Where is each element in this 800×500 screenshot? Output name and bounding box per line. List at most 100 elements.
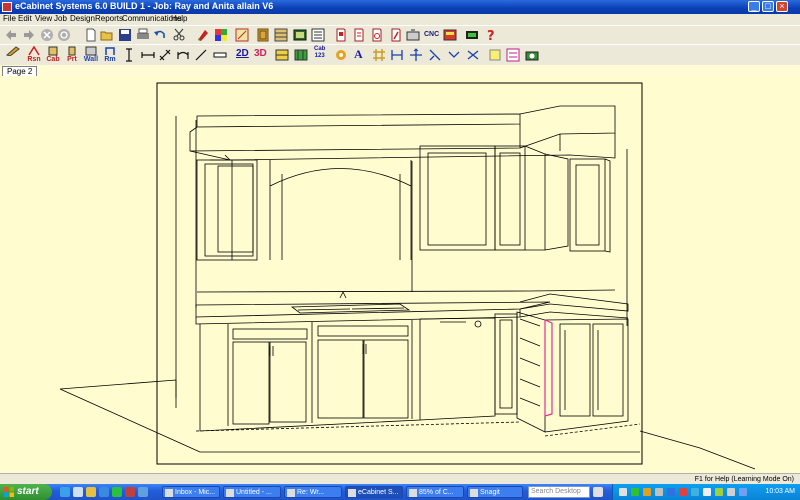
save-icon[interactable] [118, 28, 132, 42]
door-library-icon[interactable] [256, 28, 270, 42]
start-button[interactable]: start [0, 484, 52, 500]
app-quicklaunch-icon[interactable] [125, 487, 135, 497]
menu-edit[interactable]: Edit [18, 14, 32, 24]
move-icon[interactable] [409, 48, 423, 62]
section-view-icon[interactable] [294, 48, 308, 62]
mirror-icon[interactable] [447, 48, 461, 62]
line-tool-icon[interactable] [194, 48, 208, 62]
task-snagit[interactable]: Snagit [467, 486, 523, 498]
new-document-icon[interactable] [84, 28, 98, 42]
room-draw-button[interactable]: Rm [100, 46, 120, 64]
text-tool-button[interactable]: A [354, 47, 363, 62]
flip-icon[interactable] [466, 48, 480, 62]
cab-number-button[interactable]: Cab 123 [314, 46, 325, 60]
tray-icon-7[interactable] [691, 488, 699, 496]
media-quicklaunch-icon[interactable] [112, 487, 122, 497]
machine-icon[interactable] [465, 28, 479, 42]
menu-file[interactable]: File [3, 14, 16, 24]
page-tab-bar: Page 2 [0, 65, 800, 77]
stop-icon[interactable] [40, 28, 54, 42]
windows-flag-icon [4, 487, 14, 497]
invoice-icon[interactable] [352, 28, 366, 42]
menu-design[interactable]: Design [70, 14, 95, 24]
refresh-icon[interactable] [57, 28, 71, 42]
undo-icon[interactable] [153, 28, 167, 42]
tray-icon-5[interactable] [667, 488, 675, 496]
task-inbox[interactable]: Inbox - Mic... [162, 486, 220, 498]
volume-icon[interactable] [727, 488, 735, 496]
outlook-quicklaunch-icon[interactable] [99, 487, 109, 497]
view-3d-button[interactable]: 3D [254, 48, 267, 59]
wrench-icon[interactable] [334, 48, 348, 62]
open-folder-icon[interactable] [100, 28, 114, 42]
elevation-icon[interactable] [275, 48, 289, 62]
close-button[interactable]: × [776, 1, 788, 12]
task-untitled[interactable]: Untitled - ... [223, 486, 281, 498]
report-icon[interactable] [311, 28, 325, 42]
material-icon[interactable] [293, 28, 307, 42]
camera-icon[interactable] [525, 48, 539, 62]
optimizer-icon[interactable] [389, 28, 403, 42]
menu-reports[interactable]: Reports [95, 14, 123, 24]
rotate-icon[interactable] [428, 48, 442, 62]
tray-icon-1[interactable] [619, 488, 627, 496]
wall-icon [85, 46, 97, 56]
align-icon[interactable] [390, 48, 404, 62]
cutlist-icon[interactable] [334, 28, 348, 42]
forward-arrow-icon[interactable] [22, 28, 36, 42]
arc-dimension-icon[interactable] [176, 48, 190, 62]
scissors-icon[interactable] [172, 28, 186, 42]
tray-icon-6[interactable] [679, 488, 687, 496]
kitchen-elevation-drawing [59, 82, 756, 470]
tray-icon-9[interactable] [715, 488, 723, 496]
more-quicklaunch-icon[interactable] [138, 487, 148, 497]
tray-icon-4[interactable] [655, 488, 663, 496]
cabinet-icon [48, 46, 58, 56]
menu-help[interactable]: Help [171, 14, 187, 24]
tray-icon-2[interactable] [631, 488, 639, 496]
room-button[interactable]: Rsn [24, 46, 44, 64]
explorer-quicklaunch-icon[interactable] [86, 487, 96, 497]
tray-icon-3[interactable] [643, 488, 651, 496]
horizontal-dimension-icon[interactable] [141, 48, 155, 62]
nesting-icon[interactable] [443, 28, 457, 42]
vertical-dimension-icon[interactable] [122, 48, 136, 62]
minimize-button[interactable]: _ [748, 1, 760, 12]
grid-icon[interactable] [372, 48, 386, 62]
menu-view[interactable]: View [35, 14, 52, 24]
menu-bar: File Edit View Job Design Reports Commun… [0, 14, 800, 24]
text-size-icon[interactable] [213, 48, 227, 62]
task-download[interactable]: 85% of C... [406, 486, 464, 498]
part-button[interactable]: Prt [62, 46, 82, 64]
cabinet-library-icon[interactable] [235, 28, 249, 42]
print-preview-icon[interactable] [506, 48, 520, 62]
desktop-search-input[interactable]: Search Desktop [528, 486, 590, 498]
paint-icon[interactable] [196, 28, 210, 42]
desktop-quicklaunch-icon[interactable] [73, 487, 83, 497]
print-icon[interactable] [136, 28, 150, 42]
drawer-library-icon[interactable] [274, 28, 288, 42]
maximize-button[interactable]: □ [762, 1, 774, 12]
menu-job[interactable]: Job [54, 14, 67, 24]
tooling-icon[interactable] [406, 28, 420, 42]
pencil-tool[interactable] [3, 46, 23, 64]
color-palette-icon[interactable] [214, 28, 228, 42]
view-2d-button[interactable]: 2D [236, 48, 249, 59]
clock[interactable]: 10:03 AM [765, 484, 795, 500]
angle-dimension-icon[interactable] [158, 48, 172, 62]
design-canvas[interactable] [0, 76, 800, 473]
edit-report-icon[interactable] [370, 28, 384, 42]
network-icon[interactable] [739, 488, 747, 496]
search-go-icon[interactable] [593, 487, 603, 497]
cnc-label[interactable]: CNC [424, 31, 439, 38]
tray-icon-8[interactable] [703, 488, 711, 496]
help-icon[interactable]: ? [484, 28, 498, 42]
task-ecabinet[interactable]: eCabinet S... [345, 486, 403, 498]
wall-button[interactable]: Wall [81, 46, 101, 64]
back-arrow-icon[interactable] [4, 28, 18, 42]
note-icon[interactable] [488, 48, 502, 62]
ie-quicklaunch-icon[interactable] [60, 487, 70, 497]
cabinet-button[interactable]: Cab [43, 46, 63, 64]
paint-app-icon [226, 489, 234, 497]
task-reply[interactable]: Re: Wr... [284, 486, 342, 498]
